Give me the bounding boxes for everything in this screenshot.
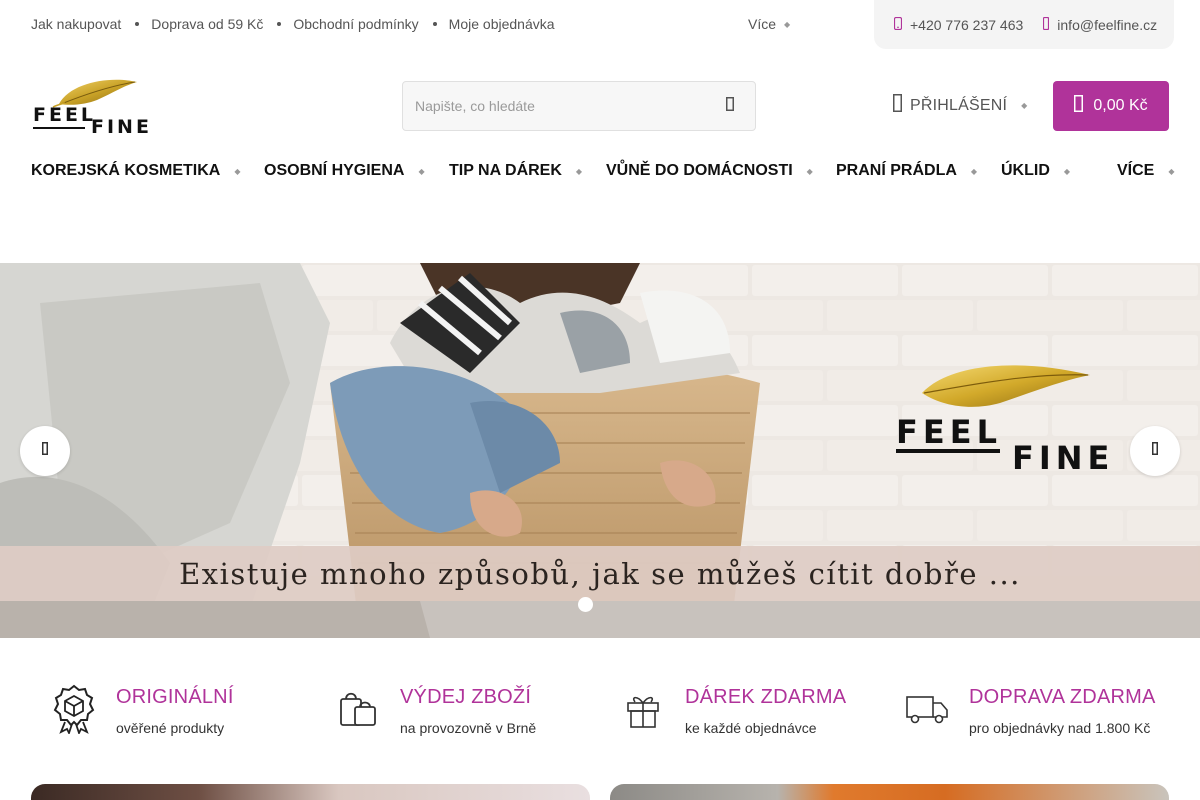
hero-logo-fine: FINE [1012, 439, 1114, 477]
main-nav: KOREJSKÁ KOSMETIKA ◆ OSOBNÍ HYGIENA ◆ TI… [0, 162, 1200, 184]
slider-next-button[interactable] [1130, 426, 1180, 476]
top-more-label: Více [748, 16, 777, 32]
phone-number: +420 776 237 463 [910, 16, 1024, 33]
login-label: PŘIHLÁŠENÍ [910, 96, 1008, 114]
phone-contact[interactable]: +420 776 237 463 [893, 16, 1024, 33]
separator-dot [135, 22, 140, 26]
chevron-down-icon: ◆ [1063, 166, 1071, 176]
nav-item-label: PRANÍ PRÁDLA [836, 162, 957, 179]
cart-icon [1074, 95, 1084, 117]
separator-dot [432, 22, 437, 26]
nav-item-home-fragrance[interactable]: VŮNĚ DO DOMÁCNOSTI ◆ [606, 162, 813, 180]
contact-box: +420 776 237 463 info@feelfine.cz [874, 0, 1174, 49]
cart-button[interactable]: 0,00 Kč [1053, 81, 1169, 131]
separator-dot [277, 22, 282, 26]
search-icon [726, 96, 734, 116]
feature-subtitle: pro objednávky nad 1.800 Kč [969, 720, 1151, 736]
top-bar: Jak nakupovat Doprava od 59 Kč Obchodní … [0, 0, 1200, 50]
gift-icon [621, 684, 665, 734]
nav-item-more[interactable]: VÍCE ◆ [1117, 162, 1175, 180]
top-link-my-order[interactable]: Moje objednávka [449, 16, 555, 32]
chevron-down-icon: ◆ [575, 166, 583, 176]
nav-item-label: TIP NA DÁREK [449, 162, 562, 179]
hero-slider: FEEL FINE Existuje mnoho způsobů, jak se… [0, 263, 1200, 638]
slider-dots [578, 597, 593, 612]
nav-item-label: ÚKLID [1001, 162, 1050, 179]
hero-caption-band: Existuje mnoho způsobů, jak se můžeš cít… [0, 546, 1200, 601]
email-contact[interactable]: info@feelfine.cz [1043, 16, 1158, 33]
feature-subtitle: ověřené produkty [116, 720, 225, 736]
cart-total: 0,00 Kč [1093, 97, 1148, 114]
chevron-down-icon: ◆ [784, 19, 791, 29]
nav-item-personal-hygiene[interactable]: OSOBNÍ HYGIENA ◆ [264, 162, 425, 180]
top-more-menu[interactable]: Více ◆ [748, 16, 790, 32]
nav-item-label: KOREJSKÁ KOSMETIKA [31, 162, 221, 179]
logo-text-fine: FINE [91, 116, 152, 138]
logo-line [33, 127, 85, 129]
feature-subtitle: ke každé objednávce [685, 720, 817, 736]
email-icon [1043, 16, 1050, 33]
feature-title: VÝDEJ ZBOŽÍ [400, 686, 532, 708]
feature-free-shipping: DOPRAVA ZDARMA pro objednávky nad 1.800 … [905, 684, 1175, 744]
slider-prev-button[interactable] [20, 426, 70, 476]
feature-original: ORIGINÁLNÍ ověřené produkty [52, 684, 292, 744]
category-tile-left[interactable] [31, 784, 590, 800]
nav-item-label: VŮNĚ DO DOMÁCNOSTI [606, 162, 793, 179]
nav-item-label: OSOBNÍ HYGIENA [264, 162, 405, 179]
feature-free-gift: DÁREK ZDARMA ke každé objednávce [621, 684, 861, 744]
chevron-down-icon: ◆ [234, 166, 241, 176]
search-button[interactable] [705, 82, 755, 130]
site-logo[interactable]: FEEL FINE [31, 74, 152, 138]
login-button[interactable]: PŘIHLÁŠENÍ ◆ [893, 94, 1028, 117]
chevron-down-icon: ◆ [970, 166, 978, 176]
chevron-down-icon: ◆ [418, 166, 425, 176]
top-link-how-to-buy[interactable]: Jak nakupovat [31, 16, 121, 32]
search-input[interactable] [403, 82, 703, 130]
user-icon [893, 94, 902, 117]
top-links: Jak nakupovat Doprava od 59 Kč Obchodní … [31, 16, 555, 32]
nav-item-label: VÍCE [1117, 162, 1155, 179]
feature-subtitle: na provozovně v Brně [400, 720, 537, 736]
nav-item-korean-cosmetics[interactable]: KOREJSKÁ KOSMETIKA ◆ [31, 162, 241, 180]
phone-icon [893, 16, 903, 33]
hero-caption: Existuje mnoho způsobů, jak se můžeš cít… [179, 556, 1021, 591]
feature-title: ORIGINÁLNÍ [116, 686, 234, 708]
nav-item-laundry[interactable]: PRANÍ PRÁDLA ◆ [836, 162, 977, 180]
top-link-shipping[interactable]: Doprava od 59 Kč [151, 16, 263, 32]
chevron-left-icon [42, 442, 48, 460]
email-address: info@feelfine.cz [1057, 16, 1158, 33]
slider-dot[interactable] [578, 597, 593, 612]
chevron-down-icon: ◆ [1021, 101, 1028, 110]
truck-icon [905, 684, 949, 734]
search-box [402, 81, 756, 131]
feature-title: DÁREK ZDARMA [685, 686, 847, 708]
chevron-down-icon: ◆ [1168, 166, 1175, 176]
nav-item-gift-tip[interactable]: TIP NA DÁREK ◆ [449, 162, 582, 180]
chevron-right-icon [1152, 442, 1158, 460]
logo-text-feel: FEEL [33, 104, 97, 126]
category-tile-right[interactable] [610, 784, 1169, 800]
feature-title: DOPRAVA ZDARMA [969, 686, 1156, 708]
shopping-bags-icon [336, 684, 380, 734]
certificate-icon [52, 684, 96, 734]
nav-item-cleaning[interactable]: ÚKLID ◆ [1001, 162, 1070, 180]
hero-logo-feel: FEEL [896, 413, 1002, 451]
top-link-terms[interactable]: Obchodní podmínky [293, 16, 418, 32]
chevron-down-icon: ◆ [806, 166, 813, 176]
feature-pickup: VÝDEJ ZBOŽÍ na provozovně v Brně [336, 684, 576, 744]
